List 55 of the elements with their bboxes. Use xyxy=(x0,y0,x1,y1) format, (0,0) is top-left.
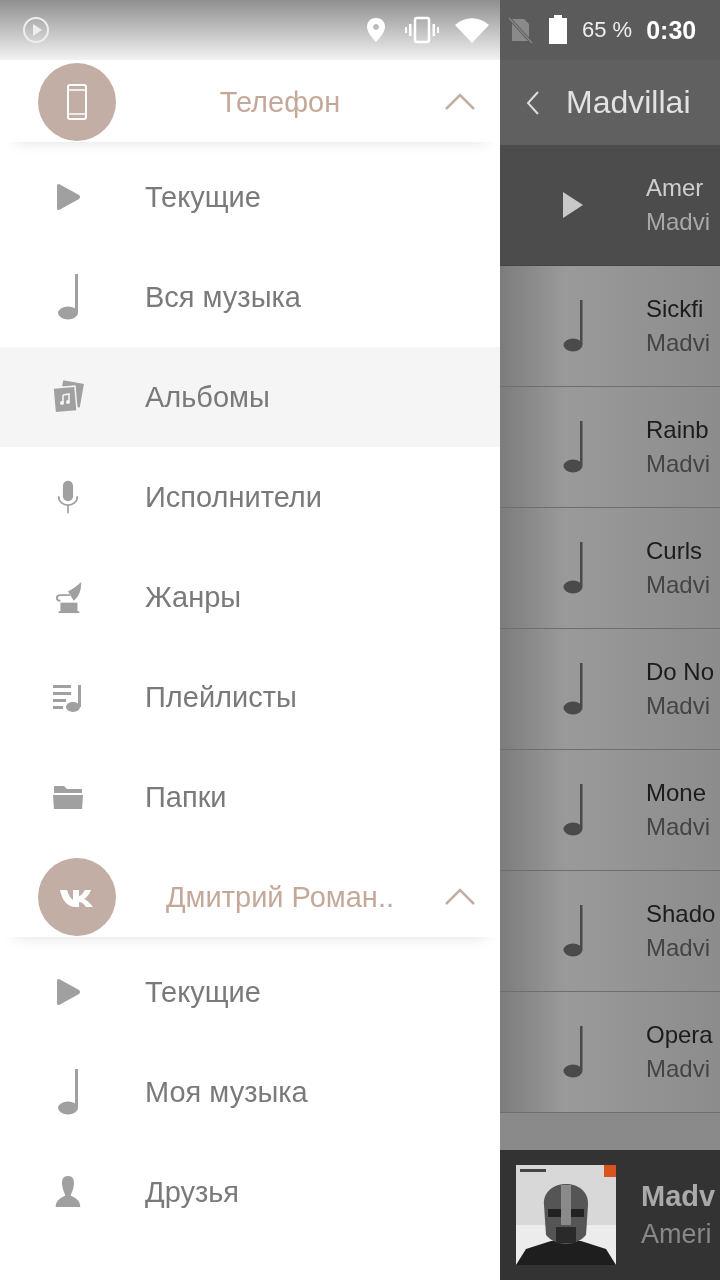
drawer-item[interactable]: Плейлисты xyxy=(0,647,500,747)
battery-icon xyxy=(548,15,568,45)
track-artist: Madvi xyxy=(646,208,711,236)
track-title: Amer xyxy=(646,174,705,202)
chevron-icon[interactable] xyxy=(444,92,476,112)
drawer-item[interactable]: Друзья xyxy=(0,1142,500,1242)
track-title: Sickfi xyxy=(646,295,705,323)
track-title: Mone xyxy=(646,779,708,807)
track-artist: Madvi xyxy=(646,571,711,599)
track-title: Shado xyxy=(646,900,716,928)
track-artist: Madvi xyxy=(646,934,712,962)
drawer-item[interactable]: Вся музыка xyxy=(0,247,500,347)
track-row[interactable]: Mone Madvi xyxy=(500,750,720,871)
album-title: Madvillai xyxy=(566,84,691,121)
track-row[interactable]: Sickfi Madvi xyxy=(500,266,720,387)
music-note-icon xyxy=(55,1069,80,1115)
track-artist: Madvi xyxy=(646,450,711,478)
track-row[interactable]: Opera Madvi xyxy=(500,992,720,1113)
track-title: Do No xyxy=(646,658,715,686)
play-icon xyxy=(54,978,81,1006)
album-icon xyxy=(51,380,84,414)
no-sim-icon xyxy=(506,16,534,44)
now-playing-subtitle: Ameri xyxy=(641,1219,713,1250)
music-note-icon xyxy=(55,274,80,320)
back-icon[interactable] xyxy=(526,89,540,116)
mini-player[interactable]: Madv Ameri xyxy=(500,1150,720,1280)
section-title[interactable]: Телефон xyxy=(116,85,444,119)
play-icon xyxy=(22,16,50,44)
track-row[interactable]: Amer Madvi xyxy=(500,145,720,266)
drawer-item[interactable]: Папки xyxy=(0,747,500,847)
track-title: Curls xyxy=(646,537,703,565)
battery-level: 65 % xyxy=(582,17,633,43)
play-icon xyxy=(54,183,81,211)
section-title[interactable]: Дмитрий Роман.. xyxy=(116,880,444,914)
track-artist: Madvi xyxy=(646,1055,712,1083)
track-title: Opera xyxy=(646,1021,713,1049)
chevron-icon[interactable] xyxy=(444,887,476,907)
drawer-item[interactable]: Жанры xyxy=(0,547,500,647)
now-playing-title: Madv xyxy=(641,1180,716,1213)
track-artist: Madvi xyxy=(646,329,711,357)
clock: 0:30 xyxy=(646,15,697,45)
drawer-item[interactable]: Текущие xyxy=(0,942,500,1042)
wifi-icon xyxy=(454,16,490,44)
track-artist: Madvi xyxy=(646,813,711,841)
track-artist: Madvi xyxy=(646,692,712,720)
track-title: Rainb xyxy=(646,416,710,444)
drawer-item[interactable]: Исполнители xyxy=(0,447,500,547)
drawer-item[interactable]: Текущие xyxy=(0,147,500,247)
track-row[interactable]: Curls Madvi xyxy=(500,508,720,629)
drawer-item[interactable]: Альбомы xyxy=(0,347,500,447)
drawer-item[interactable]: Моя музыка xyxy=(0,1042,500,1142)
track-row[interactable]: Do No Madvi xyxy=(500,629,720,750)
track-row[interactable]: Shado Madvi xyxy=(500,871,720,992)
track-row[interactable]: Rainb Madvi xyxy=(500,387,720,508)
vibrate-icon xyxy=(404,16,440,44)
